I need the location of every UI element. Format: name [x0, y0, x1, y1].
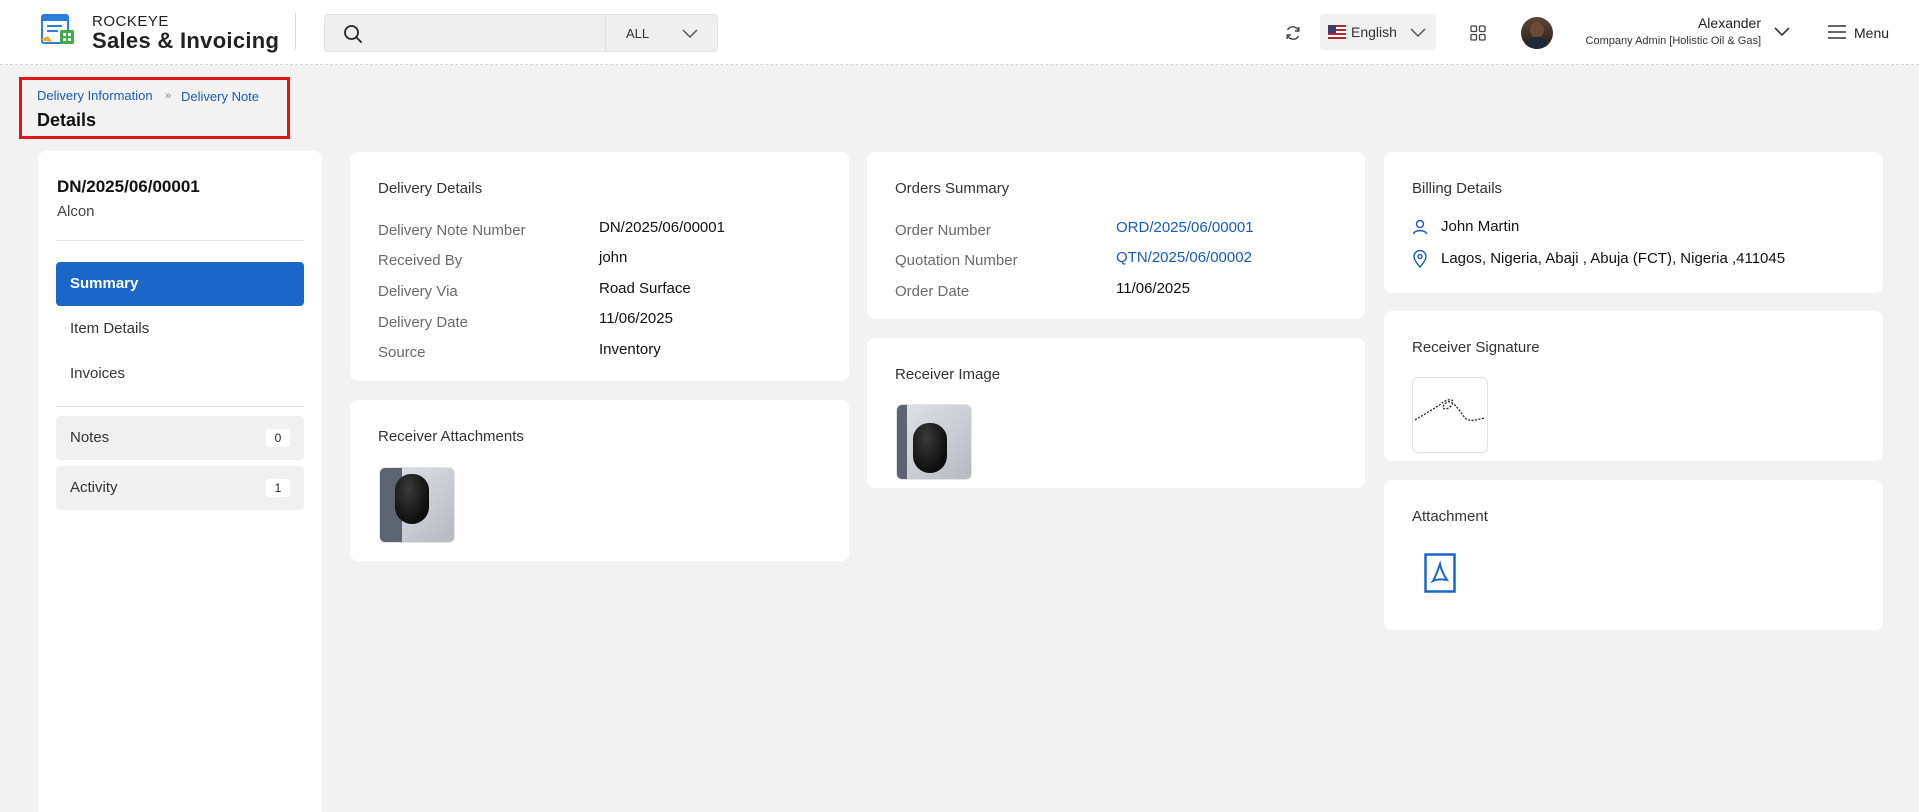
delivery-note-number-label: Delivery Note Number [378, 222, 526, 239]
billing-address: Lagos, Nigeria, Abaji , Abuja (FCT), Nig… [1441, 250, 1786, 267]
detail-sidebar: DN/2025/06/00001 Alcon Summary Item Deta… [38, 151, 322, 812]
location-pin-icon [1413, 250, 1427, 268]
receiver-attachment-thumbnail[interactable] [379, 467, 455, 543]
sidebar-divider [56, 240, 304, 241]
delivery-details-card: Delivery Details Delivery Note Number DN… [350, 152, 849, 381]
hamburger-icon [1828, 25, 1846, 39]
apps-grid-icon[interactable] [1470, 25, 1486, 41]
search-icon[interactable] [343, 24, 363, 44]
avatar-face [1530, 22, 1544, 38]
header-divider [295, 13, 296, 49]
menu-button[interactable]: Menu [1828, 22, 1908, 44]
order-date-value: 11/06/2025 [1116, 280, 1190, 297]
global-search: ALL [324, 14, 718, 52]
orders-summary-title: Orders Summary [895, 180, 1010, 197]
language-label: English [1351, 24, 1397, 40]
receiver-image-card: Receiver Image [867, 338, 1365, 488]
avatar-body [1524, 37, 1550, 49]
receiver-image-title: Receiver Image [895, 366, 1001, 383]
breadcrumb-delivery-information[interactable]: Delivery Information [37, 88, 153, 103]
sidebar-item-invoices[interactable]: Invoices [56, 352, 304, 396]
delivery-date-label: Delivery Date [378, 314, 469, 331]
sidebar-item-item-details[interactable]: Item Details [56, 307, 304, 351]
breadcrumb-separator-icon: » [165, 90, 172, 102]
receiver-signature-card: Receiver Signature [1384, 311, 1883, 461]
signature-scribble [1414, 399, 1486, 421]
received-by-label: Received By [378, 252, 463, 269]
app-logo-icon[interactable] [40, 12, 76, 46]
menu-label: Menu [1854, 25, 1890, 41]
chevron-down-icon [1410, 28, 1426, 38]
orders-summary-card: Orders Summary Order Number ORD/2025/06/… [867, 152, 1365, 319]
search-filter-label: ALL [626, 26, 650, 41]
delivery-via-label: Delivery Via [378, 283, 458, 300]
received-by-value: john [599, 249, 628, 266]
activity-count-badge: 1 [266, 479, 290, 497]
delivery-via-value: Road Surface [599, 280, 691, 297]
document-number: DN/2025/06/00001 [57, 177, 200, 196]
sidebar-item-summary[interactable]: Summary [56, 262, 304, 306]
page-title: Details [37, 110, 97, 130]
source-label: Source [378, 344, 426, 361]
notes-label: Notes [70, 429, 110, 446]
us-flag-icon [1328, 25, 1346, 39]
user-name[interactable]: Alexander [1698, 15, 1761, 31]
breadcrumb-delivery-note[interactable]: Delivery Note [181, 89, 259, 104]
sidebar-divider [56, 406, 304, 407]
delivery-details-title: Delivery Details [378, 180, 483, 197]
source-value: Inventory [599, 341, 661, 358]
receiver-attachments-card: Receiver Attachments [350, 400, 849, 561]
receiver-attachments-title: Receiver Attachments [378, 428, 524, 445]
notes-count-badge: 0 [266, 429, 290, 447]
refresh-icon[interactable] [1285, 25, 1301, 41]
pdf-file-icon[interactable] [1424, 553, 1456, 593]
user-avatar[interactable] [1521, 17, 1553, 49]
top-bar: ROCKEYE Sales & Invoicing ALL English Al… [0, 0, 1919, 65]
chevron-down-icon[interactable] [1774, 24, 1790, 38]
user-role: Company Admin [Holistic Oil & Gas] [1585, 35, 1761, 47]
delivery-note-number-value: DN/2025/06/00001 [599, 219, 725, 236]
activity-label: Activity [70, 479, 118, 496]
thumbnail-mouse-image [395, 474, 429, 524]
billing-details-card: Billing Details John Martin Lagos, Niger… [1384, 152, 1883, 293]
sidebar-item-activity[interactable]: Activity 1 [56, 466, 304, 510]
thumbnail-background [897, 405, 907, 479]
chevron-down-icon [682, 29, 698, 39]
quotation-number-link[interactable]: QTN/2025/06/00002 [1116, 249, 1252, 266]
search-filter-dropdown[interactable]: ALL [605, 15, 717, 51]
sidebar-item-notes[interactable]: Notes 0 [56, 416, 304, 460]
receiver-signature-image[interactable] [1412, 377, 1488, 453]
order-date-label: Order Date [895, 283, 970, 300]
billing-name: John Martin [1441, 218, 1520, 235]
billing-details-title: Billing Details [1412, 180, 1503, 197]
quotation-number-label: Quotation Number [895, 252, 1018, 269]
brand-name-main: Sales & Invoicing [92, 28, 280, 53]
attachment-card: Attachment [1384, 480, 1883, 630]
language-selector[interactable]: English [1320, 14, 1436, 50]
attachment-title: Attachment [1412, 508, 1488, 525]
user-icon [1412, 219, 1428, 235]
order-number-link[interactable]: ORD/2025/06/00001 [1116, 219, 1254, 236]
customer-name: Alcon [57, 203, 95, 220]
thumbnail-mouse-image [913, 423, 947, 473]
delivery-date-value: 11/06/2025 [599, 310, 673, 327]
receiver-signature-title: Receiver Signature [1412, 339, 1540, 356]
receiver-image-thumbnail[interactable] [896, 404, 972, 480]
order-number-label: Order Number [895, 222, 991, 239]
